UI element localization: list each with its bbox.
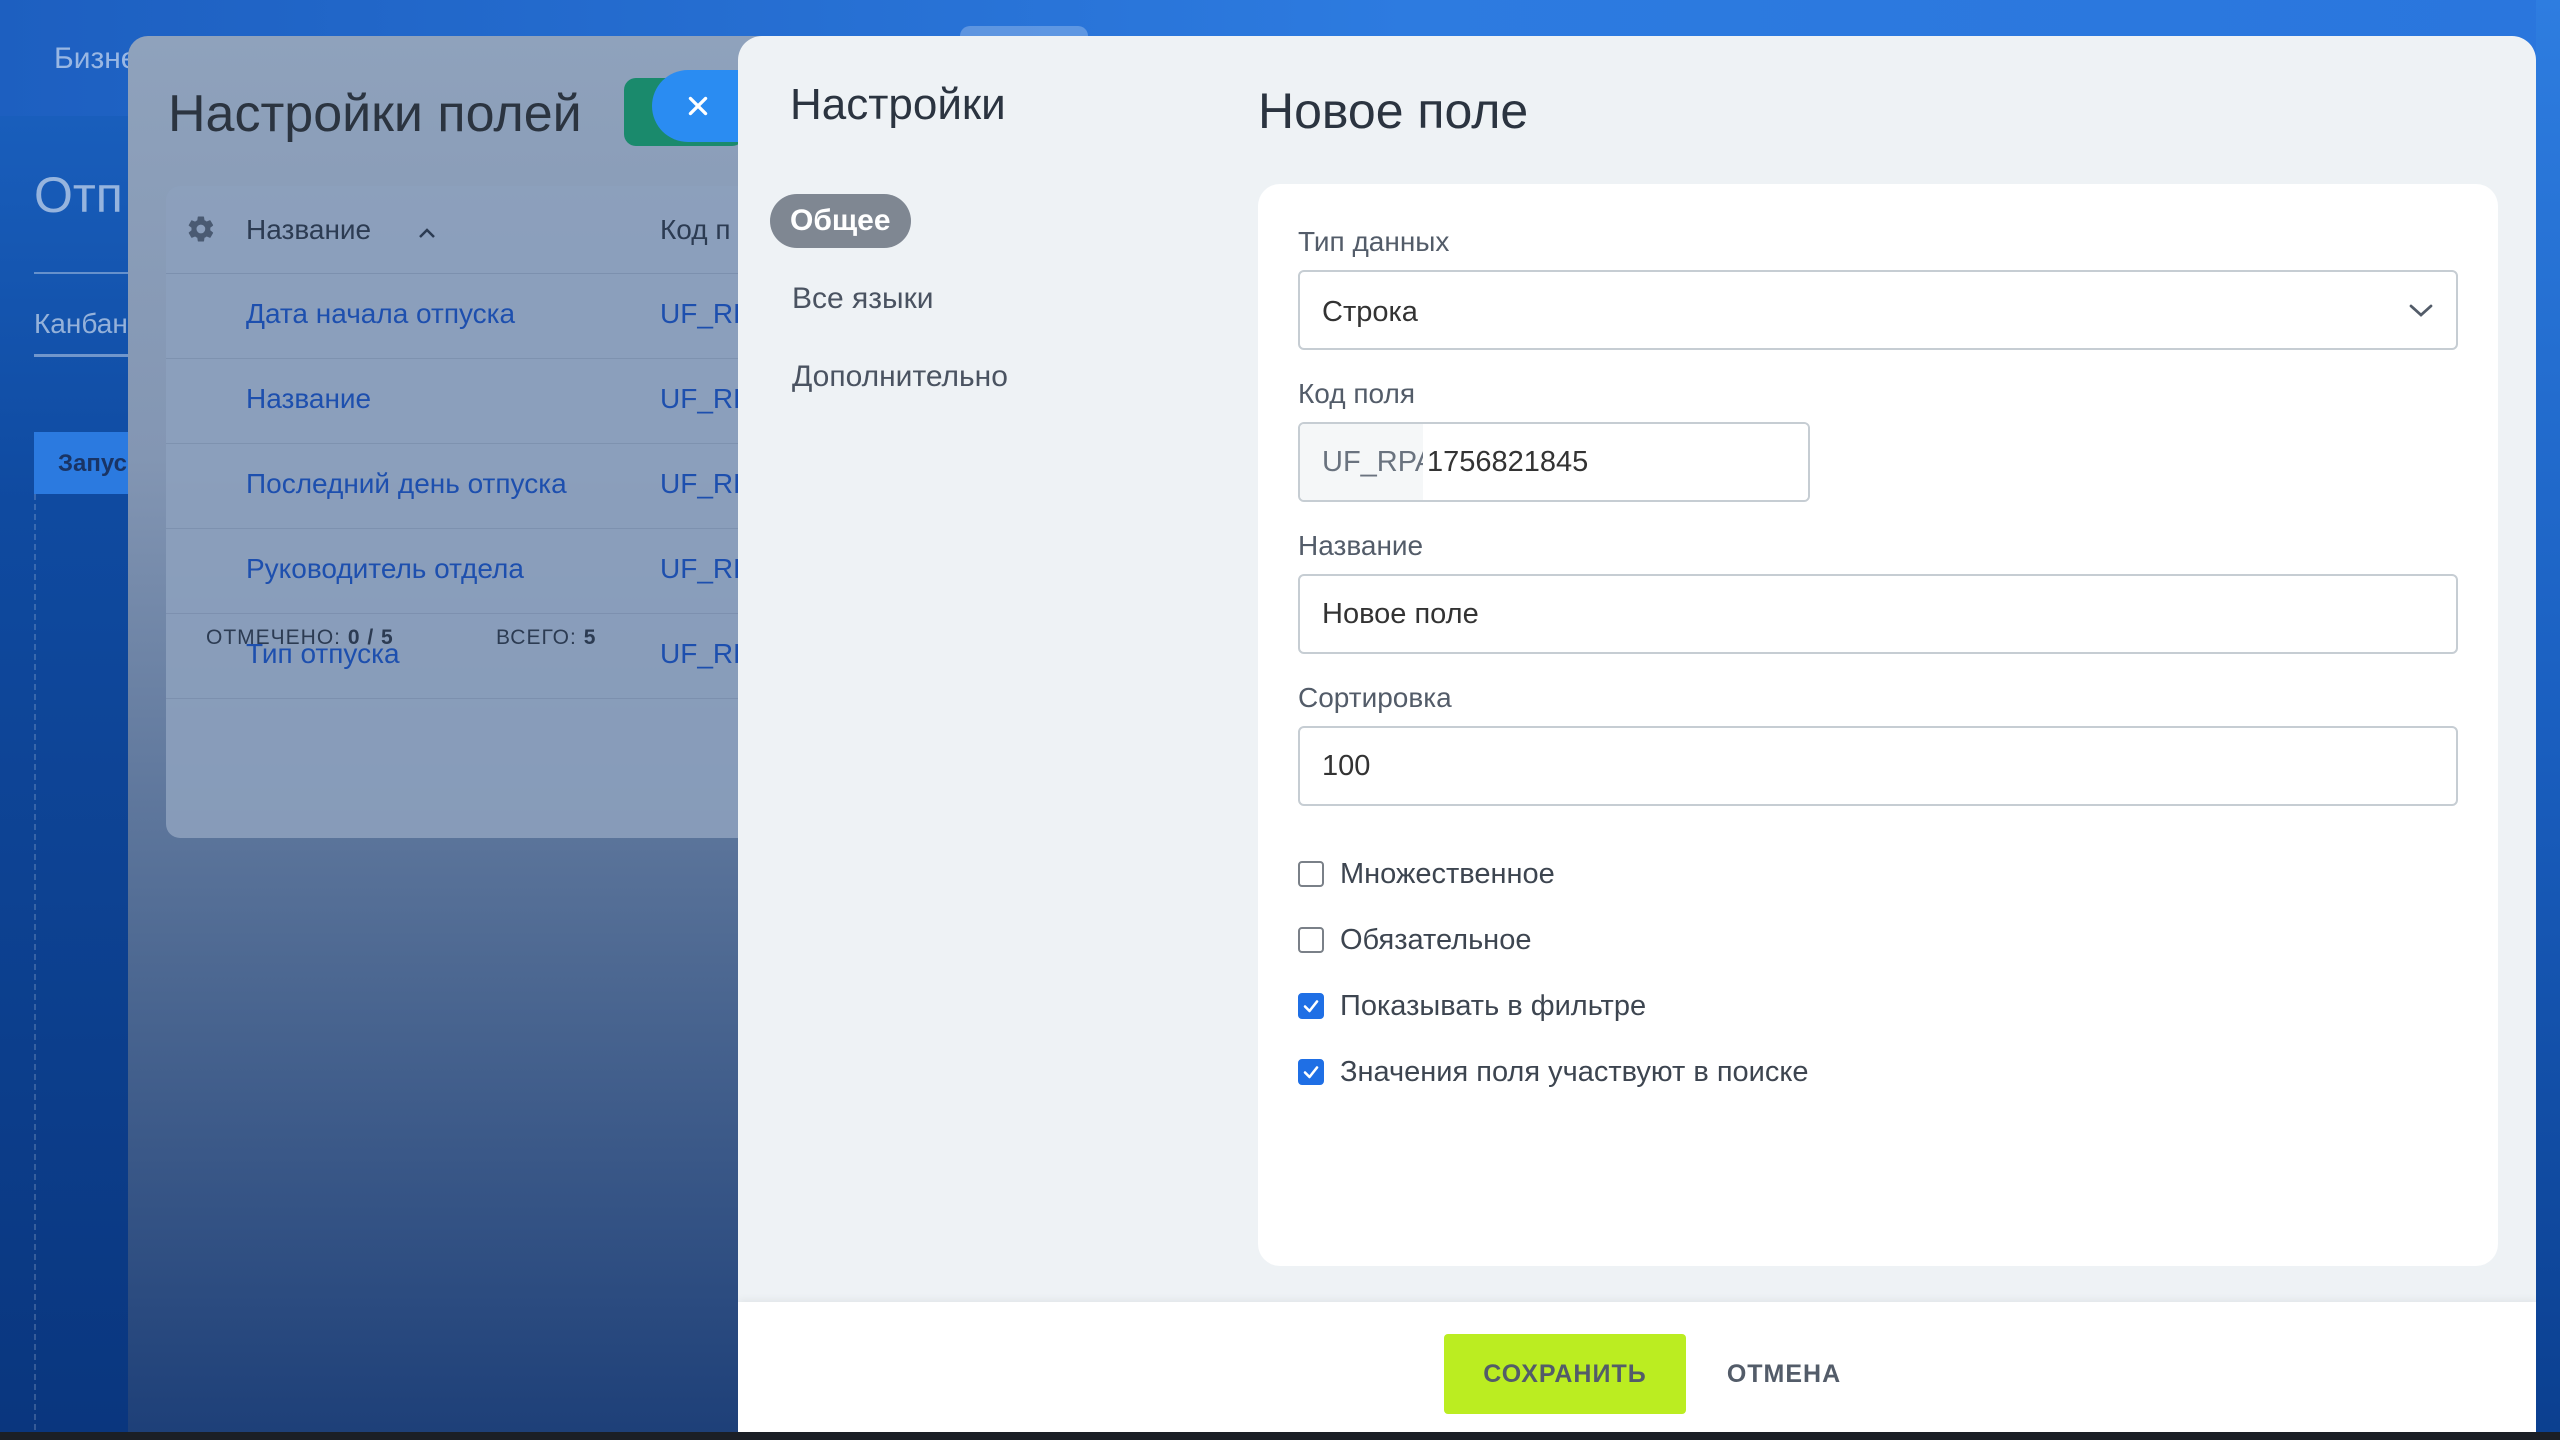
nav-item-general[interactable]: Общее bbox=[770, 194, 911, 248]
data-type-select[interactable]: Строка bbox=[1298, 270, 2458, 350]
checkbox-show-in-filter[interactable]: Показывать в фильтре bbox=[1298, 986, 1646, 1026]
nav-item-all-languages[interactable]: Все языки bbox=[770, 272, 955, 326]
sort-label: Сортировка bbox=[1298, 682, 1452, 713]
field-code-label: Код поля bbox=[1298, 378, 1416, 409]
background-edge bbox=[2536, 0, 2560, 1440]
form-title: Новое поле bbox=[1258, 83, 1529, 139]
checked-count: ОТМЕЧЕНО: 0 / 5 bbox=[206, 626, 394, 649]
checkbox-show-in-filter-label: Показывать в фильтре bbox=[1340, 989, 1647, 1022]
chevron-up-icon bbox=[419, 228, 435, 238]
checkbox-required-box[interactable] bbox=[1298, 927, 1324, 953]
kanban-stage-column bbox=[34, 494, 134, 1440]
checked-count-label: ОТМЕЧЕНО: bbox=[206, 626, 341, 649]
save-button[interactable]: СОХРАНИТЬ bbox=[1444, 1334, 1686, 1414]
checkmark-icon bbox=[1303, 1066, 1319, 1079]
checkbox-multiple-box[interactable] bbox=[1298, 861, 1324, 887]
close-button[interactable] bbox=[652, 70, 744, 142]
fields-settings-title: Настройки полей bbox=[168, 85, 582, 143]
top-nav-item[interactable]: Бизне bbox=[54, 42, 137, 76]
checkbox-multiple-label: Множественное bbox=[1340, 857, 1555, 890]
table-footer: ОТМЕЧЕНО: 0 / 5 ВСЕГО: 5 bbox=[206, 626, 595, 650]
title-divider bbox=[34, 272, 134, 274]
total-count: ВСЕГО: 5 bbox=[496, 626, 596, 650]
name-input[interactable] bbox=[1298, 574, 2458, 654]
action-bar: СОХРАНИТЬ ОТМЕНА bbox=[738, 1302, 2536, 1440]
checkbox-searchable[interactable]: Значения поля участвуют в поиске bbox=[1298, 1052, 1809, 1092]
field-settings-slider: Настройки Общее Все языки Дополнительно … bbox=[738, 36, 2536, 1440]
name-label: Название bbox=[1298, 530, 1424, 561]
page-title: Отп bbox=[34, 167, 123, 223]
data-type-label: Тип данных bbox=[1298, 226, 1450, 257]
nav-item-additional[interactable]: Дополнительно bbox=[770, 350, 1030, 404]
field-code-input[interactable] bbox=[1423, 424, 1808, 500]
chevron-down-icon bbox=[2409, 304, 2433, 317]
checkbox-required[interactable]: Обязательное bbox=[1298, 920, 1531, 960]
form-card: Тип данных Строка Код поля UF_RPA_1... Н… bbox=[1258, 184, 2498, 1266]
checked-count-value: 0 / 5 bbox=[347, 626, 394, 649]
taskbar-edge bbox=[0, 1432, 2560, 1440]
checkbox-multiple[interactable]: Множественное bbox=[1298, 854, 1555, 894]
checkbox-required-label: Обязательное bbox=[1340, 923, 1532, 956]
checkbox-searchable-box[interactable] bbox=[1298, 1059, 1324, 1085]
checkbox-searchable-label: Значения поля участвуют в поиске bbox=[1340, 1055, 1809, 1088]
column-header-name[interactable]: Название bbox=[246, 214, 371, 246]
data-type-value: Строка bbox=[1322, 296, 1418, 328]
field-code-field: UF_RPA_1... bbox=[1298, 422, 1810, 502]
settings-title: Настройки bbox=[790, 80, 1006, 129]
tab-underline bbox=[34, 354, 134, 357]
gear-icon[interactable] bbox=[186, 214, 216, 244]
field-name-link[interactable]: Дата начала отпуска bbox=[246, 298, 515, 330]
total-count-label: ВСЕГО: bbox=[496, 626, 577, 649]
field-code-prefix: UF_RPA_1... bbox=[1300, 424, 1423, 500]
checkmark-icon bbox=[1303, 1000, 1319, 1013]
sort-input[interactable] bbox=[1298, 726, 2458, 806]
tab-kanban[interactable]: Канбан bbox=[34, 308, 128, 340]
total-count-value: 5 bbox=[583, 626, 597, 649]
field-name-link[interactable]: Название bbox=[246, 383, 371, 415]
kanban-stage-header: Запус bbox=[34, 432, 134, 494]
field-name-link[interactable]: Руководитель отдела bbox=[246, 553, 524, 585]
close-icon bbox=[688, 96, 708, 116]
field-name-link[interactable]: Последний день отпуска bbox=[246, 468, 567, 500]
cancel-button[interactable]: ОТМЕНА bbox=[1704, 1334, 1864, 1414]
checkbox-show-in-filter-box[interactable] bbox=[1298, 993, 1324, 1019]
column-header-code[interactable]: Код п bbox=[660, 214, 731, 246]
